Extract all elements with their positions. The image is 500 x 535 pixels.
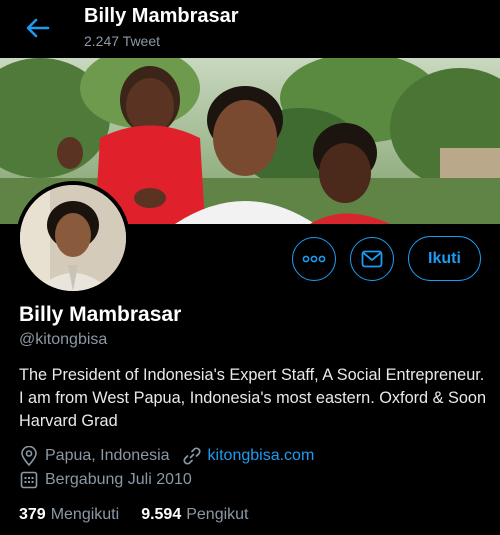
link-icon: [182, 446, 202, 466]
message-button[interactable]: [350, 237, 394, 281]
profile-handle: @kitongbisa: [19, 331, 108, 348]
profile-bio: The President of Indonesia's Expert Staf…: [19, 366, 487, 430]
avatar[interactable]: [16, 181, 130, 295]
tweet-count: 2.247 Tweet: [84, 33, 161, 49]
joined-text: Bergabung Juli 2010: [45, 471, 192, 488]
location: Papua, Indonesia: [19, 446, 170, 466]
mail-icon: [361, 250, 383, 268]
top-bar: Billy Mambrasar 2.247 Tweet: [0, 0, 500, 58]
following-stat[interactable]: 379 Mengikuti: [19, 506, 119, 524]
profile-joined-row: Bergabung Juli 2010: [19, 470, 204, 490]
following-label: Mengikuti: [50, 506, 120, 523]
joined: Bergabung Juli 2010: [19, 470, 192, 490]
header-name: Billy Mambrasar: [84, 5, 239, 27]
profile-name: Billy Mambrasar: [19, 303, 182, 326]
more-options-button[interactable]: [292, 237, 336, 281]
followers-label: Pengikut: [186, 506, 249, 523]
website-link[interactable]: kitongbisa.com: [208, 447, 315, 465]
location-text: Papua, Indonesia: [45, 447, 170, 464]
following-count: 379: [19, 506, 46, 523]
profile-stats: 379 Mengikuti 9.594 Pengikut: [19, 506, 271, 524]
followers-count: 9.594: [141, 506, 182, 523]
more-icon: [302, 255, 326, 263]
profile-meta-row: Papua, Indonesia kitongbisa.com: [19, 446, 326, 466]
arrow-left-icon: [26, 18, 50, 38]
followers-stat[interactable]: 9.594 Pengikut: [141, 506, 248, 524]
calendar-icon: [19, 470, 39, 490]
back-button[interactable]: [22, 14, 52, 42]
follow-button[interactable]: Ikuti: [408, 236, 481, 281]
website[interactable]: kitongbisa.com: [182, 446, 315, 466]
location-pin-icon: [19, 446, 39, 466]
